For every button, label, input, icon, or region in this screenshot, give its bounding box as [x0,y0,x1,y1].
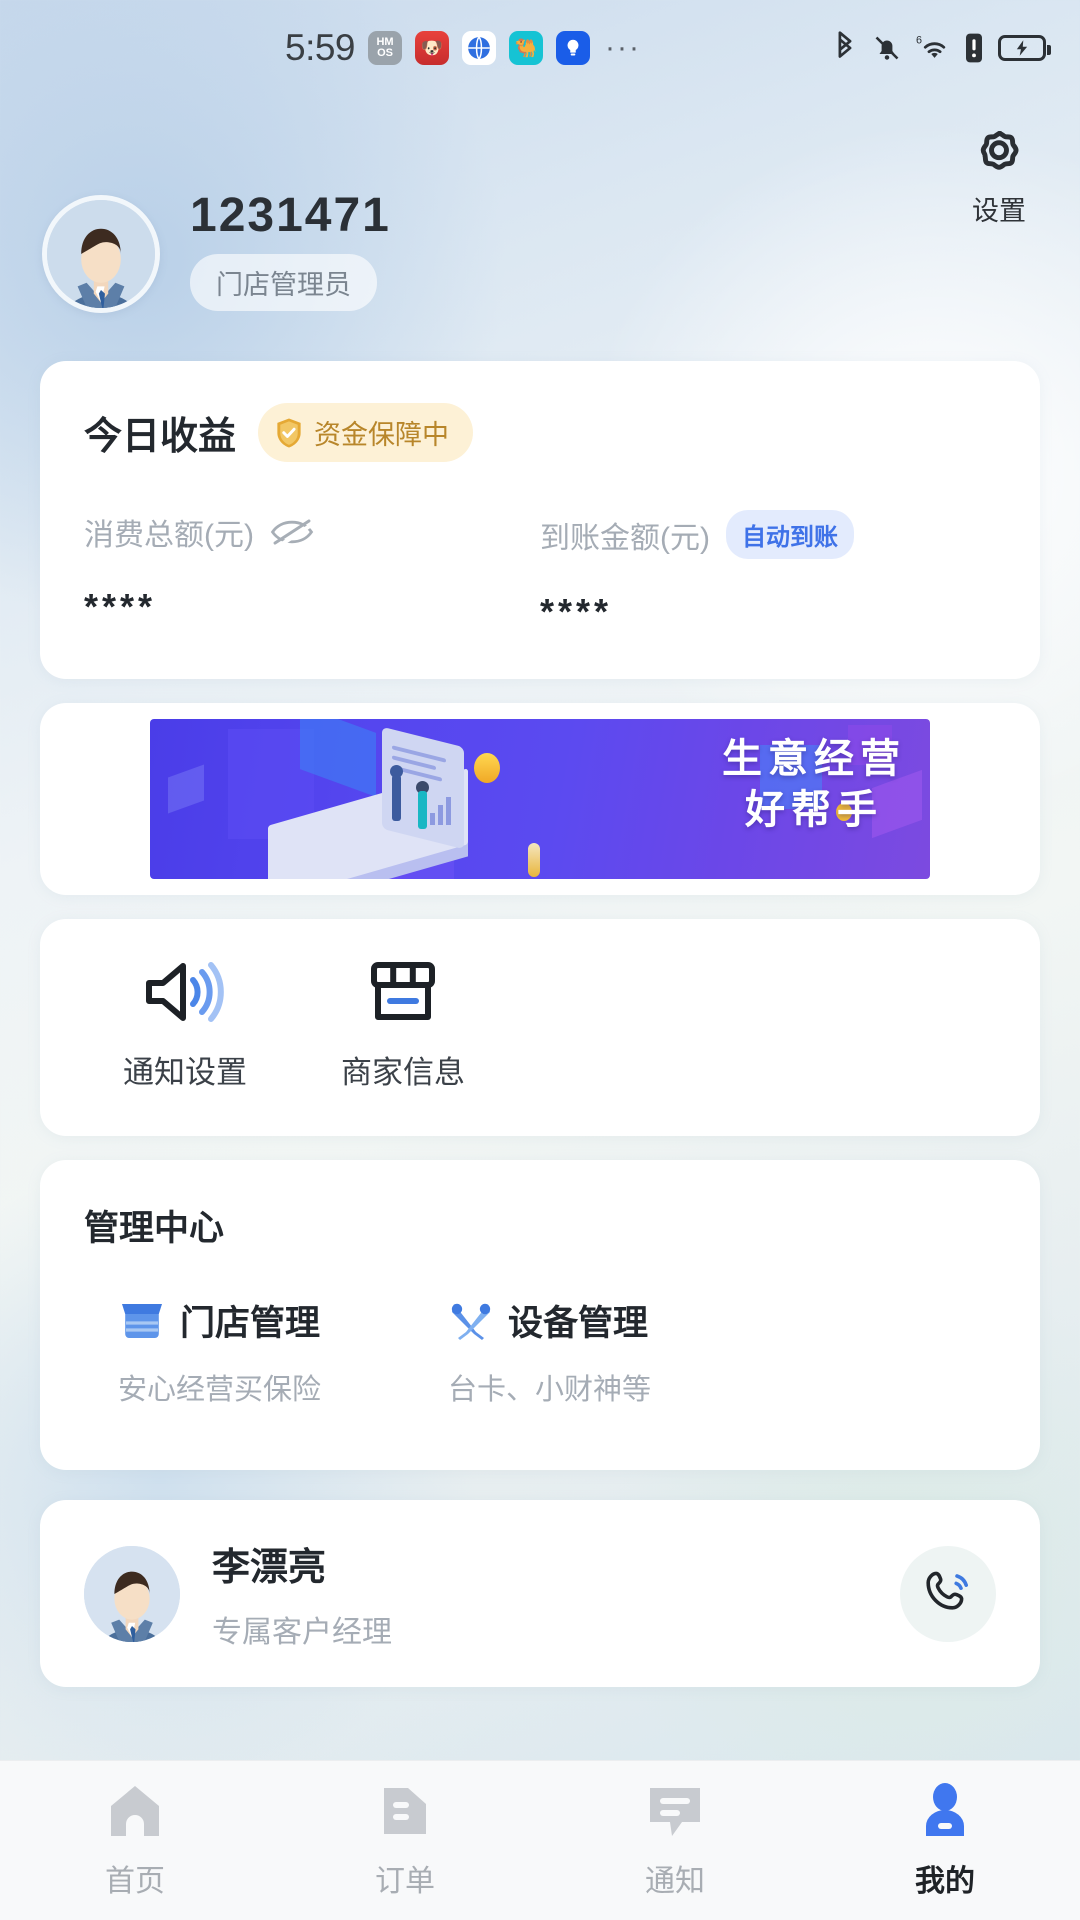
management-item-name: 门店管理 [180,1304,321,1343]
hmos-badge-icon: HM OS [368,31,403,65]
status-bar-left: 5:59 HM OS 🐶 🐫 ··· [94,27,832,69]
shield-check-icon [274,417,304,449]
quick-action-merchant-info[interactable]: 商家信息 [330,959,476,1092]
earnings-column-consumption: 消费总额(元) **** [84,510,540,633]
quick-action-label: 商家信息 [341,1055,465,1090]
received-label-row: 到账金额(元) 自动到账 [540,510,996,559]
management-items-row: 门店管理 安心经营买保险 设备管理 台卡、小财神等 [84,1295,996,1408]
received-value: **** [540,591,613,632]
management-center-card: 管理中心 门店管理 安心经营买保险 设备管理 台卡、小财神等 [40,1160,1040,1470]
role-badge: 门店管理员 [190,254,377,311]
banner-person-2-body [418,791,427,829]
storefront-icon [118,1300,166,1342]
management-item-name: 设备管理 [508,1304,649,1343]
consumption-label: 消费总额(元) [84,519,254,552]
camel-app-icon: 🐫 [509,31,544,65]
management-item-device[interactable]: 设备管理 台卡、小财神等 [448,1295,738,1408]
consumption-label-row: 消费总额(元) [84,510,540,554]
earnings-columns: 消费总额(元) **** 到账金额(元) 自动到账 **** [84,510,996,633]
promo-banner-card[interactable]: 生意经营 好帮手 [40,703,1040,895]
promo-banner[interactable]: 生意经营 好帮手 [150,719,930,879]
manager-meta: 李漂亮 专属客户经理 [212,1536,868,1651]
received-label: 到账金额(元) [540,521,710,555]
tab-home[interactable]: 首页 [0,1761,270,1920]
banner-block-1 [168,764,204,814]
quick-action-notification-settings[interactable]: 通知设置 [112,959,258,1092]
profile-header[interactable]: 1231471 门店管理员 [0,96,1080,315]
tab-label: 我的 [915,1864,975,1898]
mute-bell-icon [872,32,902,64]
bottom-tab-bar: 首页 订单 通知 我的 [0,1760,1080,1920]
battery-charging-icon [998,35,1051,61]
management-item-desc: 安心经营买保险 [118,1374,322,1406]
tab-notifications[interactable]: 通知 [540,1761,810,1920]
consumption-value: **** [84,586,157,627]
status-bar-overflow-icon: ··· [605,31,641,64]
browser-app-icon [462,31,497,65]
management-item-desc: 台卡、小财神等 [448,1374,652,1406]
status-bar-right: 6 [832,31,1051,65]
manager-name: 李漂亮 [212,1547,327,1589]
wifi6-icon: 6 [916,32,950,64]
tab-label: 首页 [105,1864,165,1898]
banner-text-line-1: 生意经营 [722,735,906,782]
status-bar: 5:59 HM OS 🐶 🐫 ··· 6 [0,0,1080,96]
banner-text: 生意经营 好帮手 [722,733,906,835]
tab-profile[interactable]: 我的 [810,1761,1080,1920]
quick-action-label: 通知设置 [123,1055,247,1090]
management-item-store[interactable]: 门店管理 安心经营买保险 [118,1295,408,1408]
message-icon [644,1782,706,1840]
management-center-title: 管理中心 [84,1209,225,1248]
banner-pill-shape [528,843,540,877]
sim-alert-icon [964,32,984,64]
banner-chart-bars [430,797,451,825]
auto-settlement-badge: 自动到账 [725,510,854,559]
profile-name: 1231471 [190,189,391,242]
funds-guarantee-label: 资金保障中 [314,420,450,450]
order-list-icon [376,1782,434,1840]
phone-call-icon [921,1567,975,1621]
speaker-icon [143,959,227,1025]
manager-avatar [84,1545,180,1642]
avatar[interactable] [42,194,160,313]
person-icon [916,1782,974,1840]
quick-actions-card: 通知设置 商家信息 [40,919,1040,1136]
svg-text:6: 6 [916,34,922,46]
store-icon [368,959,438,1025]
earnings-column-received: 到账金额(元) 自动到账 **** [540,510,996,633]
earnings-header: 今日收益 资金保障中 [84,403,996,462]
management-item-head: 设备管理 [448,1295,738,1346]
banner-coin-icon [474,753,500,783]
auto-settlement-label: 自动到账 [741,524,838,551]
tab-orders[interactable]: 订单 [270,1761,540,1920]
manager-role: 专属客户经理 [212,1616,392,1649]
banner-text-line-2: 好帮手 [745,786,883,834]
hmos-badge-bottom: OS [377,47,393,59]
red-app-icon: 🐶 [415,31,450,65]
profile-meta: 1231471 门店管理员 [190,192,391,315]
role-badge-label: 门店管理员 [216,270,351,300]
lightbulb-app-icon [556,31,591,65]
tab-label: 订单 [375,1864,435,1898]
eye-hidden-icon[interactable] [270,518,314,546]
home-icon [103,1782,167,1840]
funds-guarantee-badge[interactable]: 资金保障中 [258,403,474,462]
call-manager-button[interactable] [900,1545,996,1642]
bluetooth-icon [832,31,858,65]
tab-label: 通知 [645,1864,705,1898]
earnings-card: 今日收益 资金保障中 消费总额(元) **** 到账金额(元) 自动到账 ***… [40,361,1040,679]
account-manager-card[interactable]: 李漂亮 专属客户经理 [40,1500,1040,1687]
status-bar-clock: 5:59 [285,27,356,68]
banner-person-1-body [392,775,401,821]
management-item-head: 门店管理 [118,1295,408,1346]
earnings-title: 今日收益 [84,416,237,458]
tools-icon [448,1300,494,1342]
quick-actions-row: 通知设置 商家信息 [40,959,1040,1092]
